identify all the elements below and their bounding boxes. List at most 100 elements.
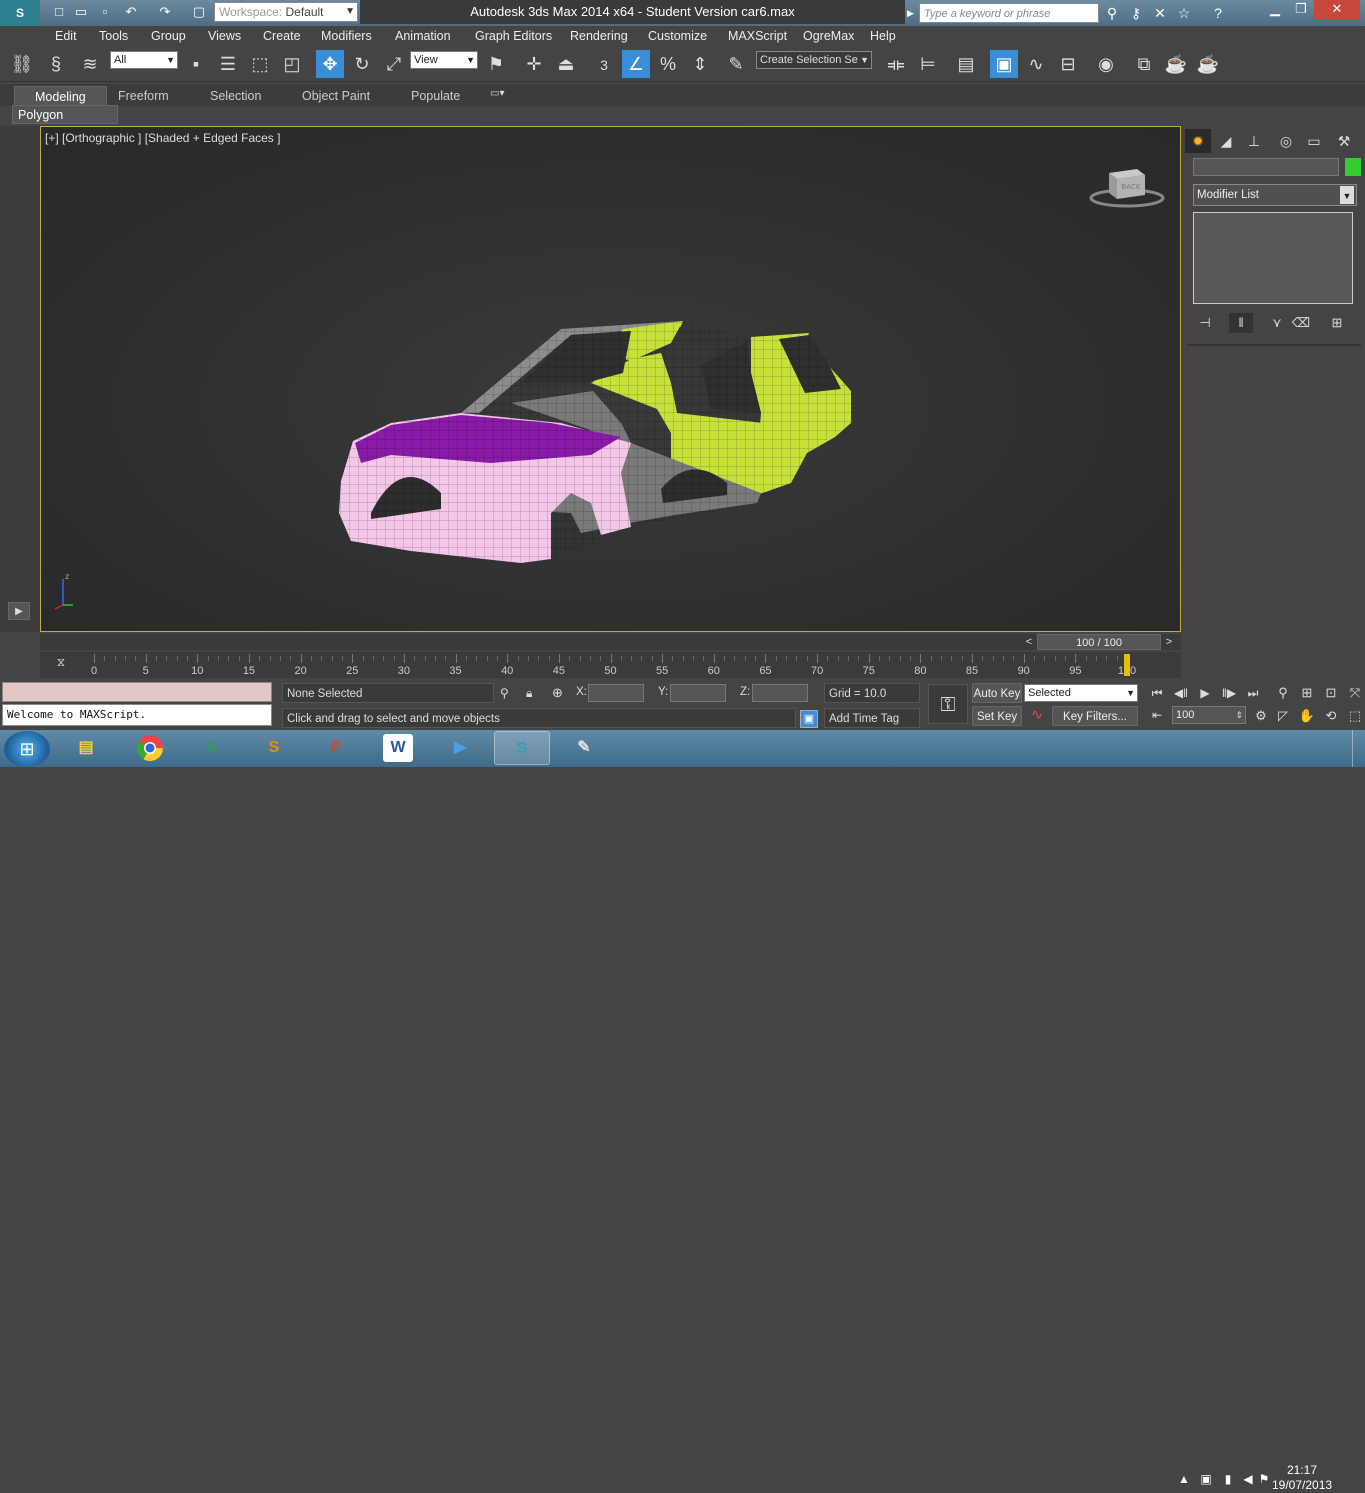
pivot-center-icon[interactable]: ⚑ — [482, 50, 510, 78]
schematic-view-icon[interactable]: ⊟ — [1054, 50, 1082, 78]
new-file-icon[interactable]: □ — [50, 3, 68, 21]
snaps-toggle-icon[interactable]: 3 — [590, 50, 618, 78]
window-crossing-icon[interactable]: ◰ — [278, 50, 306, 78]
minimize-button[interactable]: ▁ — [1262, 0, 1288, 20]
spinner-snap-icon[interactable]: ⇕ — [686, 50, 714, 78]
zoom-extents-icon[interactable]: ⊡ — [1320, 683, 1342, 703]
maxscript-listener-input[interactable] — [2, 682, 272, 702]
select-object-icon[interactable]: ▪ — [182, 50, 210, 78]
menu-edit[interactable]: Edit — [55, 26, 77, 46]
search-input[interactable]: Type a keyword or phrase — [919, 3, 1099, 23]
x-coordinate-field[interactable] — [588, 684, 644, 702]
go-to-end-icon[interactable]: ⏭ — [1242, 684, 1264, 702]
current-frame-marker[interactable] — [1124, 654, 1130, 676]
windows-start-icon[interactable]: ⊞ — [4, 731, 50, 767]
previous-frame-icon[interactable]: ◀‖ — [1170, 684, 1192, 702]
bind-space-warp-icon[interactable]: ≋ — [76, 50, 104, 78]
isolate-selection-icon[interactable]: ⚲ — [500, 686, 514, 702]
motion-tab-icon[interactable]: ◎ — [1273, 129, 1299, 153]
paint-icon[interactable]: ✎ — [556, 731, 612, 765]
graphite-toggle-icon[interactable]: ▣ — [990, 50, 1018, 78]
menu-create[interactable]: Create — [263, 26, 301, 46]
viewcube-icon[interactable]: BACK — [1089, 165, 1165, 209]
go-to-start-icon[interactable]: ⏮ — [1146, 684, 1168, 702]
ribbon-tab-object-paint[interactable]: Object Paint — [282, 86, 390, 106]
ribbon-tab-freeform[interactable]: Freeform — [98, 86, 189, 106]
maximize-viewport-icon[interactable]: ⬚ — [1344, 706, 1365, 726]
mirror-icon[interactable]: ⟚ — [882, 50, 910, 78]
y-coordinate-field[interactable] — [670, 684, 726, 702]
open-folder-icon[interactable]: ▭ — [72, 3, 90, 21]
next-frame-icon[interactable]: ‖▶ — [1218, 684, 1240, 702]
set-key-button[interactable]: Set Key — [972, 706, 1022, 726]
utilities-tab-icon[interactable]: ⚒ — [1331, 129, 1357, 153]
menu-help[interactable]: Help — [870, 26, 896, 46]
layer-manager-icon[interactable]: ▤ — [952, 50, 980, 78]
key-mode-icon[interactable]: ⇤ — [1146, 706, 1168, 724]
ribbon-options-icon[interactable]: ▭▾ — [490, 88, 504, 99]
binoculars-icon[interactable]: ⚲ — [1102, 3, 1122, 23]
powerpoint-icon[interactable]: P — [308, 731, 364, 765]
excel-icon[interactable]: X — [184, 731, 240, 765]
modify-tab-icon[interactable]: ◢ — [1213, 129, 1239, 153]
key-icon[interactable]: ⚷ — [1126, 3, 1146, 23]
rotate-icon[interactable]: ↻ — [348, 50, 376, 78]
slides-icon[interactable]: S — [246, 731, 302, 765]
render-production-icon[interactable]: ☕ — [1194, 50, 1222, 78]
next-frame-icon[interactable]: > — [1162, 634, 1176, 650]
absolute-mode-icon[interactable]: ⊕ — [552, 685, 568, 701]
chrome-icon[interactable] — [122, 731, 178, 765]
pan-view-icon[interactable]: ✋ — [1296, 706, 1318, 726]
menu-customize[interactable]: Customize — [648, 26, 707, 46]
curve-editor-icon[interactable]: ∿ — [1022, 50, 1050, 78]
zoom-all-icon[interactable]: ⊞ — [1296, 683, 1318, 703]
star-icon[interactable]: ☆ — [1174, 3, 1194, 23]
unlink-icon[interactable]: § — [42, 50, 70, 78]
pin-stack-icon[interactable]: ⊣ — [1193, 313, 1217, 333]
menu-animation[interactable]: Animation — [395, 26, 451, 46]
maxscript-output[interactable]: Welcome to MAXScript. — [2, 704, 272, 726]
car-mesh[interactable] — [331, 313, 911, 563]
help-icon[interactable]: ? — [1208, 3, 1228, 23]
flag-icon[interactable]: ⚑ — [1256, 1472, 1272, 1486]
selection-lock-icon[interactable]: 🔒︎ — [526, 686, 540, 702]
time-slider-thumb[interactable]: 100 / 100 — [1037, 634, 1161, 650]
configure-modifier-sets-icon[interactable]: ⊞ — [1325, 313, 1349, 333]
material-editor-icon[interactable]: ◉ — [1092, 50, 1120, 78]
selection-filter-dropdown[interactable]: All ▼ — [110, 51, 178, 69]
device-icon[interactable]: ▣ — [1198, 1472, 1214, 1486]
time-configuration-icon[interactable]: ⚙ — [1250, 706, 1272, 726]
media-player-icon[interactable]: ▶ — [432, 731, 488, 765]
time-tag-icon[interactable]: ▣ — [800, 710, 818, 728]
exchange-icon[interactable]: ✕ — [1150, 3, 1170, 23]
play-panel-icon[interactable]: ▶ — [8, 602, 30, 620]
menu-modifiers[interactable]: Modifiers — [321, 26, 372, 46]
move-icon[interactable]: ✥ — [316, 50, 344, 78]
object-color-swatch[interactable] — [1345, 158, 1361, 176]
display-tab-icon[interactable]: ▭ — [1301, 129, 1327, 153]
undo-icon[interactable]: ↶ — [122, 3, 140, 21]
edit-named-selection-icon[interactable]: ✎ — [722, 50, 750, 78]
play-icon[interactable]: ▶ — [1194, 684, 1216, 702]
scale-icon[interactable]: ⤢ — [380, 50, 408, 78]
key-selection-dropdown[interactable]: Selected ▼ — [1024, 684, 1138, 702]
show-desktop-button[interactable] — [1352, 730, 1365, 767]
menu-tools[interactable]: Tools — [99, 26, 128, 46]
menu-group[interactable]: Group — [151, 26, 186, 46]
field-of-view-icon[interactable]: ◸ — [1272, 706, 1294, 726]
3ds-max-taskbar-icon[interactable]: S — [494, 731, 550, 765]
redo-icon[interactable]: ↷ — [156, 3, 174, 21]
show-end-result-icon[interactable]: ‖ — [1229, 313, 1253, 333]
z-coordinate-field[interactable] — [752, 684, 808, 702]
object-name-field[interactable] — [1193, 158, 1339, 176]
menu-ogremax[interactable]: OgreMax — [803, 26, 854, 46]
viewport-label[interactable]: [+] [Orthographic ] [Shaded + Edged Face… — [45, 131, 280, 145]
ribbon-tab-populate[interactable]: Populate — [391, 86, 480, 106]
angle-snap-icon[interactable]: ∠ — [622, 50, 650, 78]
orbit-icon[interactable]: ⟲ — [1320, 706, 1342, 726]
named-selection-sets-dropdown[interactable]: Create Selection Se ▼ — [756, 51, 872, 69]
zoom-icon[interactable]: ⚲ — [1272, 683, 1294, 703]
create-tab-icon[interactable]: ✹ — [1185, 129, 1211, 153]
rectangular-selection-icon[interactable]: ⬚ — [246, 50, 274, 78]
prev-frame-icon[interactable]: < — [1022, 634, 1036, 650]
